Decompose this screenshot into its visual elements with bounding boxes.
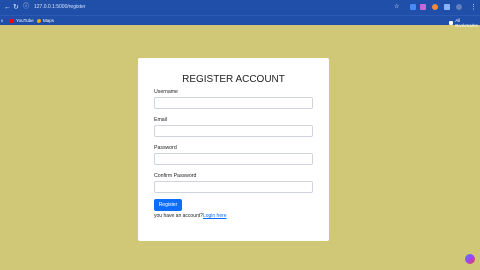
register-button[interactable]: Register [154, 199, 182, 211]
login-prompt-text: you have an account? [154, 213, 203, 219]
browser-toolbar: ← ↻ ⓘ 127.0.0.1:5000/register ☆ ⋮ [0, 0, 480, 15]
bookmarks-bar: ll YouTube Maps All Bookmarks [0, 15, 480, 28]
all-bookmarks[interactable]: All Bookmarks [449, 18, 480, 28]
extensions-puzzle-icon[interactable] [444, 4, 450, 10]
site-info-icon[interactable]: ⓘ [23, 3, 29, 12]
confirm-password-input[interactable] [154, 181, 313, 193]
bookmark-maps[interactable]: Maps [37, 18, 54, 23]
bookmark-label: YouTube [16, 18, 34, 23]
extension-icon[interactable] [432, 4, 438, 10]
youtube-icon [9, 18, 14, 23]
assistant-icon[interactable] [465, 254, 475, 264]
star-icon[interactable]: ☆ [394, 3, 399, 12]
page-title: REGISTER ACCOUNT [182, 74, 285, 85]
folder-icon [449, 21, 454, 25]
menu-icon[interactable]: ⋮ [470, 3, 477, 12]
all-bookmarks-label: All Bookmarks [455, 18, 478, 28]
maps-icon [37, 18, 41, 23]
username-label: Username [154, 89, 178, 95]
bookmark-youtube[interactable]: YouTube [9, 18, 34, 23]
confirm-password-label: Confirm Password [154, 173, 197, 179]
password-label: Password [154, 145, 177, 151]
extension-icon[interactable] [410, 4, 416, 10]
address-bar[interactable]: 127.0.0.1:5000/register [34, 4, 85, 10]
email-input[interactable] [154, 125, 313, 137]
email-label: Email [154, 117, 167, 123]
extension-icon[interactable] [420, 4, 426, 10]
username-input[interactable] [154, 97, 313, 109]
password-input[interactable] [154, 153, 313, 165]
reload-icon[interactable]: ↻ [13, 3, 19, 12]
login-prompt: you have an account?Login here [154, 213, 227, 219]
back-icon[interactable]: ← [4, 3, 11, 12]
bookmark-overflow-icon[interactable]: ll [1, 18, 3, 23]
profile-avatar[interactable] [456, 4, 462, 10]
register-card: REGISTER ACCOUNT Username Email Password… [138, 58, 329, 241]
login-link[interactable]: Login here [203, 213, 227, 219]
bookmark-label: Maps [43, 18, 55, 23]
